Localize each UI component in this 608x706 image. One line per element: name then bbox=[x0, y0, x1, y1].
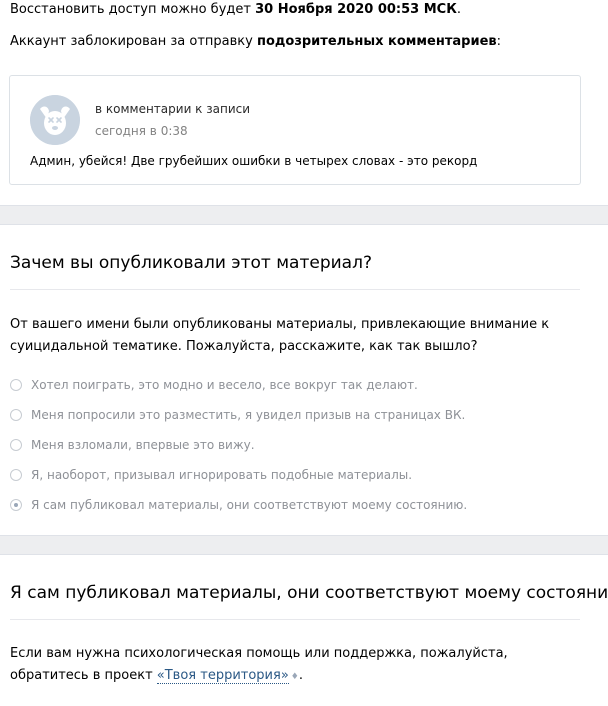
reason-option-label[interactable]: Хотел поиграть, это модно и весело, все … bbox=[31, 378, 418, 392]
help-text: Если вам нужна психологическая помощь ил… bbox=[10, 643, 590, 688]
dog-face-icon bbox=[30, 95, 80, 145]
restore-suffix: . bbox=[456, 2, 461, 17]
answer-title: Я сам публиковал материалы, они соответс… bbox=[10, 583, 608, 603]
blocked-suffix: : bbox=[496, 34, 501, 49]
reason-option-label[interactable]: Я, наоборот, призывал игнорировать подоб… bbox=[31, 468, 412, 482]
restore-date: 30 Ноября 2020 00:53 МСК bbox=[255, 2, 457, 17]
restore-access-notice: Восстановить доступ можно будет 30 Ноябр… bbox=[10, 2, 461, 18]
reason-option-label[interactable]: Я сам публиковал материалы, они соответс… bbox=[31, 498, 467, 512]
restore-prefix: Восстановить доступ можно будет bbox=[10, 2, 256, 17]
radio-button-selected[interactable] bbox=[10, 499, 22, 511]
comment-context-label[interactable]: в комментарии к записи bbox=[95, 101, 250, 117]
divider bbox=[10, 619, 580, 620]
radio-button[interactable] bbox=[10, 439, 22, 451]
reason-option-3[interactable]: Я, наоборот, призывал игнорировать подоб… bbox=[10, 466, 412, 484]
radio-button[interactable] bbox=[10, 409, 22, 421]
section-separator bbox=[0, 535, 608, 555]
help-suffix: . bbox=[298, 668, 303, 683]
reason-option-label[interactable]: Меня попросили это разместить, я увидел … bbox=[31, 408, 465, 422]
reason-option-2[interactable]: Меня взломали, впервые это вижу. bbox=[10, 436, 255, 454]
comment-timestamp[interactable]: сегодня в 0:38 bbox=[95, 123, 188, 139]
comment-text: Админ, убейся! Две грубейших ошибки в че… bbox=[30, 154, 478, 168]
deactivated-dog-avatar-icon[interactable] bbox=[30, 95, 80, 145]
help-project-link[interactable]: «Твоя территория» bbox=[156, 668, 289, 684]
reason-option-4[interactable]: Я сам публиковал материалы, они соответс… bbox=[10, 496, 467, 514]
question-description: От вашего имени были опубликованы матери… bbox=[10, 317, 550, 354]
radio-button[interactable] bbox=[10, 379, 22, 391]
comment-card: в комментарии к записи сегодня в 0:38 Ад… bbox=[9, 75, 581, 185]
divider bbox=[10, 289, 580, 290]
section-separator bbox=[0, 205, 608, 225]
radio-button[interactable] bbox=[10, 469, 22, 481]
reason-option-label[interactable]: Меня взломали, впервые это вижу. bbox=[31, 438, 255, 452]
external-link-icon[interactable]: ♦ bbox=[291, 672, 299, 682]
reason-option-1[interactable]: Меня попросили это разместить, я увидел … bbox=[10, 406, 465, 424]
reason-option-0[interactable]: Хотел поиграть, это модно и весело, все … bbox=[10, 376, 418, 394]
blocked-notice: Аккаунт заблокирован за отправку подозри… bbox=[10, 34, 501, 50]
blocked-reason: подозрительных комментариев bbox=[256, 34, 497, 49]
question-title: Зачем вы опубликовали этот материал? bbox=[10, 253, 372, 273]
blocked-prefix: Аккаунт заблокирован за отправку bbox=[10, 34, 257, 49]
